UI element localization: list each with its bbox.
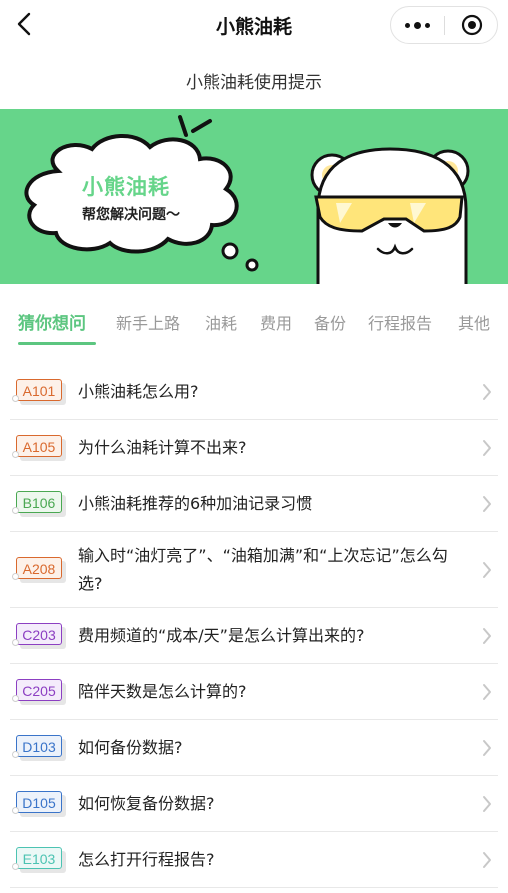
- chevron-right-icon: [483, 440, 491, 456]
- chevron-right-icon: [483, 562, 491, 578]
- tab-guess[interactable]: 猜你想问: [18, 309, 86, 334]
- tag-hole-icon: [12, 863, 19, 870]
- question-code-tag: C205: [12, 679, 70, 705]
- tab-other[interactable]: 其他: [458, 310, 490, 334]
- question-text: 怎么打开行程报告?: [78, 850, 215, 869]
- tag-hole-icon: [12, 807, 19, 814]
- section-subtitle: 小熊油耗使用提示: [186, 73, 322, 93]
- thought-bubble: [245, 258, 259, 272]
- tag-hole-icon: [12, 395, 19, 402]
- chevron-right-icon: [483, 796, 491, 812]
- tab-cost[interactable]: 费用: [260, 310, 292, 334]
- tab-fuel[interactable]: 油耗: [205, 310, 237, 334]
- tab-trip-report[interactable]: 行程报告: [368, 310, 432, 334]
- question-text: 陪伴天数是怎么计算的?: [78, 682, 247, 701]
- question-code-tag: B106: [12, 491, 70, 517]
- question-row[interactable]: A208 输入时“油灯亮了”、“油箱加满”和“上次忘记”怎么勾选?: [10, 532, 498, 608]
- tag-hole-icon: [12, 573, 19, 580]
- question-code-tag: A105: [12, 435, 70, 461]
- tag-label: C205: [16, 679, 62, 701]
- question-text: 如何恢复备份数据?: [78, 794, 215, 813]
- tag-label: E103: [16, 847, 62, 869]
- tag-label: D103: [16, 735, 62, 757]
- chevron-right-icon: [483, 496, 491, 512]
- banner-title: 小熊油耗: [82, 175, 170, 199]
- question-code-tag: D105: [12, 791, 70, 817]
- exclaim-mark: [191, 119, 212, 133]
- question-code-tag: A101: [12, 379, 70, 405]
- chevron-right-icon: [483, 684, 491, 700]
- tag-hole-icon: [12, 695, 19, 702]
- banner-subtitle: 帮您解决问题～: [82, 207, 180, 223]
- mini-program-capsule: [390, 6, 498, 44]
- tag-hole-icon: [12, 751, 19, 758]
- question-row[interactable]: D103 如何备份数据?: [10, 720, 498, 776]
- question-row[interactable]: A101 小熊油耗怎么用?: [10, 364, 498, 420]
- question-row[interactable]: D105 如何恢复备份数据?: [10, 776, 498, 832]
- question-text: 费用频道的“成本/天”是怎么计算出来的?: [78, 626, 365, 645]
- question-code-tag: E103: [12, 847, 70, 873]
- more-options-button[interactable]: [391, 7, 444, 43]
- tag-label: A101: [16, 379, 62, 401]
- more-dot-icon: [405, 22, 410, 28]
- tag-label: C203: [16, 623, 62, 645]
- chevron-right-icon: [483, 384, 491, 400]
- question-code-tag: D103: [12, 735, 70, 761]
- tag-hole-icon: [12, 639, 19, 646]
- chevron-right-icon: [483, 740, 491, 756]
- question-text: 输入时“油灯亮了”、“油箱加满”和“上次忘记”怎么勾选?: [78, 546, 448, 593]
- tag-label: B106: [16, 491, 62, 513]
- category-tabs: 猜你想问 新手上路 油耗 费用 备份 行程报告 其他: [0, 296, 508, 350]
- question-text: 小熊油耗推荐的6种加油记录习惯: [78, 494, 313, 513]
- active-tab-indicator: [18, 342, 96, 345]
- question-row[interactable]: E103 怎么打开行程报告?: [10, 832, 498, 888]
- tag-label: D105: [16, 791, 62, 813]
- target-close-icon: [461, 14, 482, 36]
- chevron-right-icon: [483, 628, 491, 644]
- question-row[interactable]: C205 陪伴天数是怎么计算的?: [10, 664, 498, 720]
- tag-hole-icon: [12, 451, 19, 458]
- tag-label: A105: [16, 435, 62, 457]
- question-row[interactable]: A105 为什么油耗计算不出来?: [10, 420, 498, 476]
- close-mini-program-button[interactable]: [445, 7, 498, 43]
- exclaim-mark: [178, 115, 188, 137]
- question-text: 小熊油耗怎么用?: [78, 382, 199, 401]
- more-dot-icon: [425, 22, 430, 28]
- tab-backup[interactable]: 备份: [314, 310, 346, 334]
- bear-illustration: [310, 147, 470, 284]
- question-text: 为什么油耗计算不出来?: [78, 438, 247, 457]
- nav-bar: 小熊油耗: [0, 0, 508, 50]
- question-row[interactable]: B106 小熊油耗推荐的6种加油记录习惯: [10, 476, 498, 532]
- more-dot-icon: [414, 21, 421, 29]
- question-list: A101 小熊油耗怎么用? A105 为什么油耗计算不出来? B106 小熊油耗推荐的6种…: [10, 364, 498, 888]
- hero-banner: 小熊油耗 帮您解决问题～: [0, 109, 508, 284]
- tag-hole-icon: [12, 507, 19, 514]
- thought-bubble: [221, 242, 239, 260]
- tab-beginner[interactable]: 新手上路: [116, 310, 180, 334]
- question-text: 如何备份数据?: [78, 738, 183, 757]
- question-code-tag: C203: [12, 623, 70, 649]
- question-code-tag: A208: [12, 557, 70, 583]
- chevron-right-icon: [483, 852, 491, 868]
- tag-label: A208: [16, 557, 62, 579]
- banner-illustration: [24, 115, 470, 284]
- question-row[interactable]: C203 费用频道的“成本/天”是怎么计算出来的?: [10, 608, 498, 664]
